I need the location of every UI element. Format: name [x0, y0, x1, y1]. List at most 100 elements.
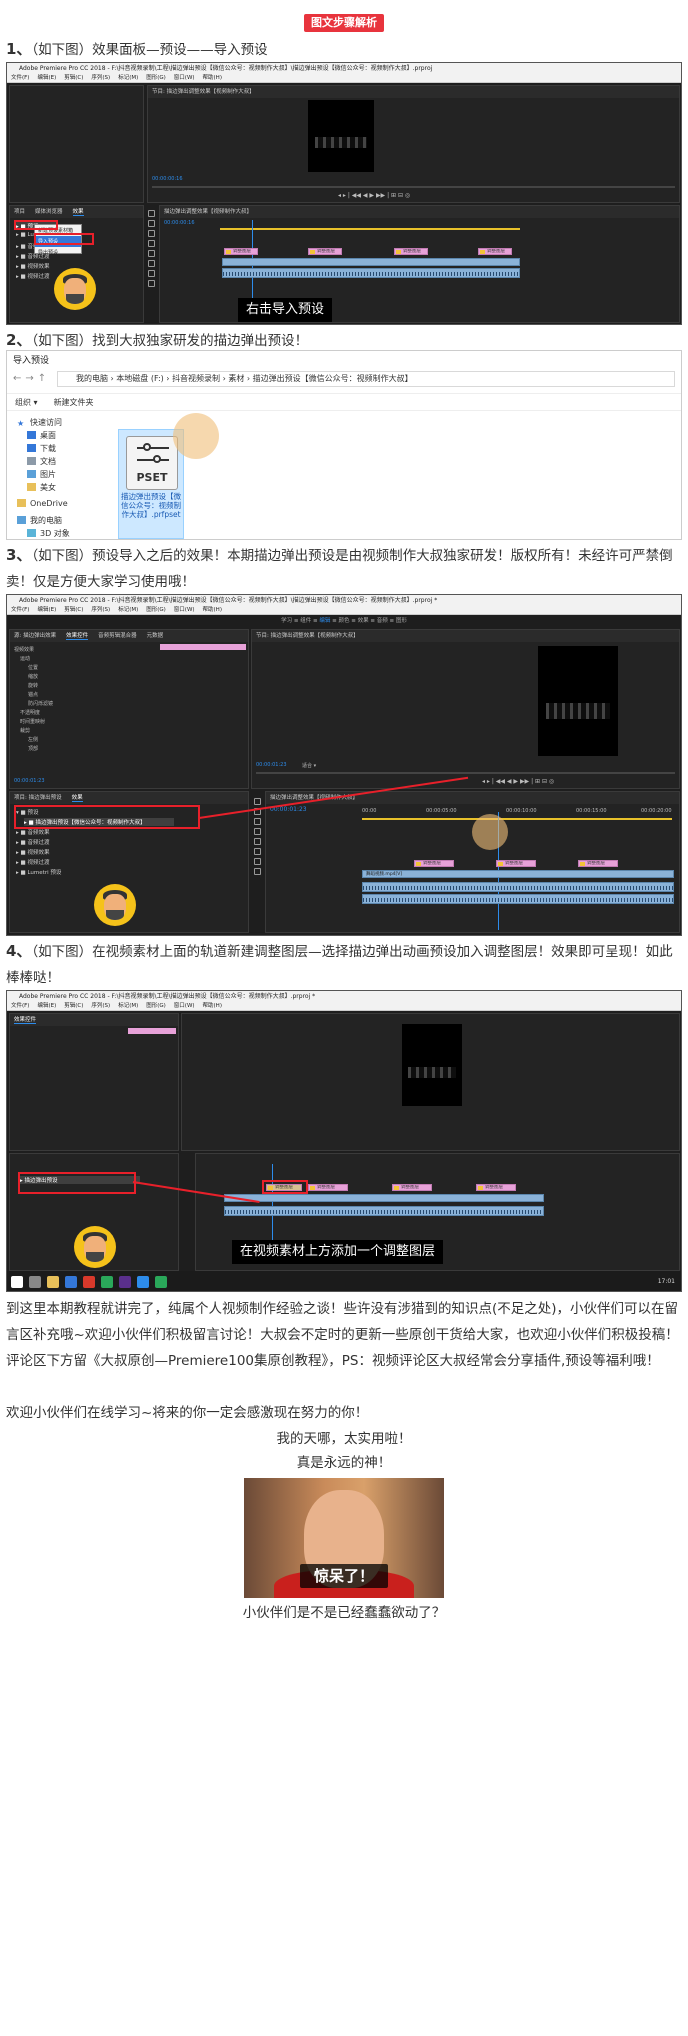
tab-effects[interactable]: 效果 — [72, 209, 84, 216]
app-icon[interactable] — [137, 1276, 149, 1288]
effects-list-item[interactable]: ▸ ■ 视频过渡 — [16, 272, 49, 280]
ws-tab[interactable]: 图形 — [396, 618, 407, 624]
effects-list-item[interactable]: ▸ ■ 视频效果 — [16, 848, 49, 856]
tab-audio-mixer[interactable]: 音频剪辑混合器 — [98, 633, 137, 639]
ec-row[interactable]: 缩放 — [28, 673, 38, 680]
ec-row[interactable]: 不透明度 — [20, 709, 40, 716]
timeline-timecode: 00:00:00:16 — [164, 220, 195, 226]
menu-edit[interactable]: 编辑(E) — [37, 75, 56, 81]
adjustment-clip[interactable]: 调整图层 — [476, 1184, 516, 1191]
ec-row[interactable]: 时间重映射 — [20, 718, 45, 725]
menu-help[interactable]: 帮助(H) — [203, 75, 222, 81]
transport-controls[interactable]: ◂ ▸ | ◀◀ ◀ ▶ ▶▶ | ⊞ ⊟ ◎ — [482, 778, 554, 785]
video-clip[interactable] — [222, 258, 520, 266]
author-avatar — [74, 1226, 116, 1268]
ec-row[interactable]: 锚点 — [28, 691, 38, 698]
sidebar-documents[interactable]: 文档 — [27, 456, 56, 467]
adjustment-clip[interactable]: 调整图层 — [496, 860, 536, 867]
scrub-bar[interactable] — [256, 772, 675, 774]
address-bar[interactable]: 我的电脑 › 本地磁盘 (F:) › 抖音视频录制 › 素材 › 描边弹出预设【… — [57, 371, 675, 387]
audio-clip[interactable] — [222, 268, 520, 278]
ws-tab[interactable]: 颜色 — [338, 618, 349, 624]
program-monitor: 节目: 描边弹出调整效果【视频制作大叔】 00:00:00:16 ◂ ▸ | ◀… — [147, 85, 680, 203]
menu-sequence[interactable]: 序列(S) — [91, 75, 110, 81]
sidebar-quick-access[interactable]: ★ 快速访问 — [17, 417, 62, 428]
menu-graphics[interactable]: 图形(G) — [146, 75, 166, 81]
adjustment-clip[interactable]: 调整图层 — [414, 860, 454, 867]
tab-project[interactable]: 项目 — [14, 209, 25, 215]
adjustment-clip[interactable]: 调整图层 — [578, 860, 618, 867]
sidebar-desktop[interactable]: 桌面 — [27, 430, 56, 441]
sidebar-folder[interactable]: 美女 — [27, 482, 56, 493]
ec-row[interactable]: 左侧 — [28, 736, 38, 743]
import-dialog: 导入预设 ←→↑ 我的电脑 › 本地磁盘 (F:) › 抖音视频录制 › 素材 … — [6, 350, 682, 540]
effects-list-item[interactable]: ▸ ■ Lumetri 预设 — [16, 868, 61, 876]
organize-button[interactable]: 组织 ▾ — [15, 398, 38, 407]
fit-select[interactable]: 适合 ▾ — [302, 762, 316, 769]
video-clip[interactable]: 舞蹈视频.mp4[V] — [362, 870, 674, 878]
audio-clip[interactable] — [362, 894, 674, 904]
tab-effects[interactable]: 效果 — [71, 795, 83, 802]
ws-tab-active[interactable]: 编辑 — [319, 618, 330, 624]
menu-marker[interactable]: 标记(M) — [118, 607, 138, 613]
app-icon[interactable] — [65, 1276, 77, 1288]
app-icon[interactable] — [101, 1276, 113, 1288]
adjustment-clip[interactable]: 调整图层 — [392, 1184, 432, 1191]
menu-graphics[interactable]: 图形(G) — [146, 607, 166, 613]
menu-help[interactable]: 帮助(H) — [203, 607, 222, 613]
start-icon[interactable] — [11, 1276, 23, 1288]
effects-list-item[interactable]: ▸ ■ 视频效果 — [16, 262, 49, 270]
ec-row[interactable]: 位置 — [28, 664, 38, 671]
ws-tab[interactable]: 组件 — [300, 618, 311, 624]
tab-source[interactable]: 源: 描边弹出效果 — [14, 633, 56, 639]
ws-tab[interactable]: 学习 — [281, 618, 292, 624]
menu-sequence[interactable]: 序列(S) — [91, 607, 110, 613]
effects-list-item[interactable]: ▸ ■ 音频过渡 — [16, 838, 49, 846]
adjustment-clip[interactable]: 调整图层 — [394, 248, 428, 255]
center-line-1: 我的天哪，太实用啦！ — [276, 1431, 412, 1447]
transport-controls[interactable]: ◂ ▸ | ◀◀ ◀ ▶ ▶▶ | ⊞ ⊟ ◎ — [338, 192, 410, 199]
menu-file[interactable]: 文件(F) — [11, 75, 29, 81]
wechat-icon[interactable] — [155, 1276, 167, 1288]
menu-export-presets[interactable]: 导出预设 — [35, 247, 81, 258]
tab-media-browser[interactable]: 媒体浏览器 — [35, 209, 63, 215]
menu-window[interactable]: 窗口(W) — [174, 75, 195, 81]
ws-tab[interactable]: 效果 — [358, 618, 369, 624]
new-folder-button[interactable]: 新建文件夹 — [54, 398, 94, 407]
nav-buttons[interactable]: ←→↑ — [13, 373, 50, 384]
meme-image: 惊呆了！ — [244, 1478, 444, 1598]
adjustment-clip[interactable]: 调整图层 — [224, 248, 258, 255]
ec-row[interactable]: 顶部 — [28, 745, 38, 752]
effects-list-item[interactable]: ▸ ■ 视频过渡 — [16, 858, 49, 866]
menu-window[interactable]: 窗口(W) — [174, 607, 195, 613]
sidebar-downloads[interactable]: 下载 — [27, 443, 56, 454]
menu-marker[interactable]: 标记(M) — [118, 75, 138, 81]
tab-metadata[interactable]: 元数据 — [147, 633, 164, 639]
adjustment-clip[interactable]: 调整图层 — [478, 248, 512, 255]
menu-clip[interactable]: 剪辑(C) — [64, 75, 83, 81]
adjustment-clip[interactable]: 调整图层 — [308, 1184, 348, 1191]
ec-row[interactable]: 旋转 — [28, 682, 38, 689]
effects-list-item[interactable]: ▸ ■ 音频效果 — [16, 828, 49, 836]
scrub-bar[interactable] — [152, 186, 675, 188]
ec-row[interactable]: 裁剪 — [20, 727, 30, 734]
menu-file[interactable]: 文件(F) — [11, 607, 29, 613]
ws-tab[interactable]: 音频 — [377, 618, 388, 624]
app-icon[interactable] — [83, 1276, 95, 1288]
audio-clip[interactable] — [224, 1206, 544, 1216]
sidebar-pictures[interactable]: 图片 — [27, 469, 56, 480]
menu-edit[interactable]: 编辑(E) — [37, 607, 56, 613]
audio-clip[interactable] — [362, 882, 674, 892]
explorer-icon[interactable] — [47, 1276, 59, 1288]
ec-row[interactable]: 运动 — [20, 655, 30, 662]
tab-effect-controls[interactable]: 效果控件 — [66, 633, 89, 640]
search-icon[interactable] — [29, 1276, 41, 1288]
sidebar-this-pc[interactable]: 我的电脑 — [17, 515, 62, 526]
adjustment-clip[interactable]: 调整图层 — [308, 248, 342, 255]
sidebar-onedrive[interactable]: OneDrive — [17, 499, 68, 508]
sidebar-3d-objects[interactable]: 3D 对象 — [27, 528, 70, 539]
menu-clip[interactable]: 剪辑(C) — [64, 607, 83, 613]
premiere-icon[interactable] — [119, 1276, 131, 1288]
ec-row[interactable]: 防闪烁滤镜 — [28, 700, 53, 707]
video-clip[interactable] — [224, 1194, 544, 1202]
